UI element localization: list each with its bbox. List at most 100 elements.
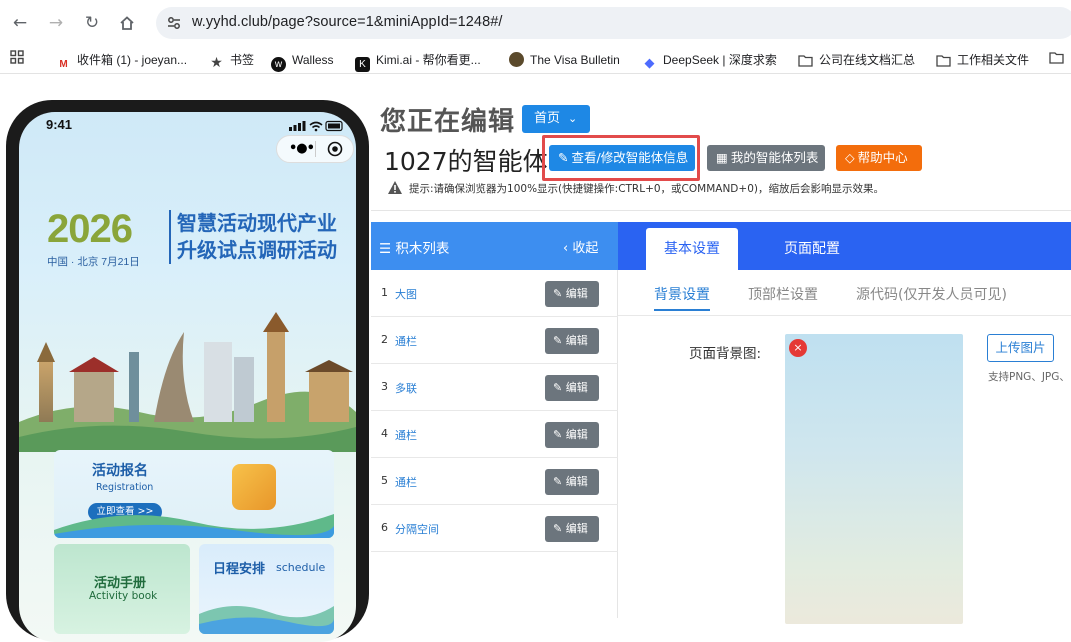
block-name[interactable]: 大图 [395, 286, 417, 302]
block-index: 1 [381, 286, 388, 299]
help-center-button[interactable]: ◇ 帮助中心 [836, 145, 922, 171]
address-bar[interactable]: w.yyhd.club/page?source=1&miniAppId=1248… [156, 7, 1071, 39]
more-dots-icon[interactable]: •●• [289, 141, 315, 156]
reload-icon[interactable]: ↻ [80, 11, 104, 35]
block-row[interactable]: 1 大图 ✎ 编辑 [371, 270, 618, 317]
help-label: 帮助中心 [857, 150, 908, 165]
block-name[interactable]: 通栏 [395, 427, 417, 443]
agent-name: 1027的智能体 [384, 147, 548, 176]
bookmark-visa[interactable]: The Visa Bulletin [509, 50, 620, 70]
wave-decoration [199, 605, 334, 634]
background-image-preview: × [785, 334, 963, 624]
registration-card[interactable]: 活动报名 Registration 立即查看 >> [54, 450, 334, 538]
bookmark-kimi[interactable]: K Kimi.ai - 帮你看更... [355, 50, 481, 72]
block-list-header: ☰ 积木列表 ‹ 收起 [371, 222, 618, 270]
mini-program-capsule[interactable]: •●• [276, 135, 354, 163]
block-edit-button[interactable]: ✎ 编辑 [545, 328, 599, 354]
block-edit-button[interactable]: ✎ 编辑 [545, 469, 599, 495]
block-list-panel: ☰ 积木列表 ‹ 收起 1 大图 ✎ 编辑 2 通栏 ✎ 编辑 3 多联 ✎ 编辑 4 通栏 ✎… [371, 222, 618, 618]
url-text[interactable]: w.yyhd.club/page?source=1&miniAppId=1248… [192, 14, 503, 30]
view-edit-agent-button[interactable]: ✎ 查看/修改智能体信息 [549, 145, 695, 171]
block-name[interactable]: 多联 [395, 380, 417, 396]
status-icons [289, 120, 343, 132]
edit-icon: ✎ [553, 381, 566, 394]
edit-icon: ✎ [553, 475, 566, 488]
block-edit-button[interactable]: ✎ 编辑 [545, 281, 599, 307]
home-icon[interactable] [115, 11, 139, 35]
tab-page-config[interactable]: 页面配置 [784, 228, 840, 270]
hero-year: 2026 [47, 207, 133, 251]
kimi-icon: K [355, 57, 370, 72]
tab-basic-settings[interactable]: 基本设置 [646, 228, 738, 270]
wave-decoration [54, 514, 334, 538]
star-icon: ★ [210, 54, 223, 70]
block-row[interactable]: 6 分隔空间 ✎ 编辑 [371, 505, 618, 552]
folder-3d-icon [232, 464, 276, 510]
subtab-source-code[interactable]: 源代码(仅开发人员可见) [856, 284, 1007, 304]
bookmark-shuqian[interactable]: ★ 书签 [209, 50, 254, 70]
bookmark-deepseek[interactable]: ◆ DeepSeek | 深度求索 [642, 50, 777, 70]
upload-image-button[interactable]: 上传图片 [987, 334, 1054, 362]
edit-label: 编辑 [565, 428, 588, 441]
collapse-button[interactable]: ‹ 收起 [563, 237, 598, 256]
folder-icon [936, 54, 951, 69]
block-edit-button[interactable]: ✎ 编辑 [545, 516, 599, 542]
block-edit-button[interactable]: ✎ 编辑 [545, 422, 599, 448]
phone-screen: 9:41 •●• 2026 中国 · 北京 7月21日 智慧活动现代产业升级试点… [19, 112, 356, 642]
subtab-background[interactable]: 背景设置 [654, 284, 710, 311]
schedule-card[interactable]: 日程安排 schedule [199, 544, 334, 634]
site-info-icon[interactable] [166, 15, 182, 31]
menu-icon: ☰ [379, 241, 396, 257]
diamond-icon: ◇ [845, 150, 855, 165]
subtab-topbar[interactable]: 顶部栏设置 [748, 284, 818, 304]
page-select-dropdown[interactable]: 首页 ⌄ [522, 105, 590, 133]
schedule-title: 日程安排 [213, 562, 266, 577]
back-icon[interactable]: ← [8, 11, 32, 35]
upload-hint: 支持PNG、JPG、 [988, 371, 1070, 383]
edit-icon: ✎ [558, 150, 569, 165]
bookmark-label: The Visa Bulletin [530, 53, 620, 67]
registration-title: 活动报名 [92, 463, 148, 479]
block-index: 6 [381, 521, 388, 534]
block-row[interactable]: 3 多联 ✎ 编辑 [371, 364, 618, 411]
my-agents-list-button[interactable]: ▦ 我的智能体列表 [707, 145, 825, 171]
block-row[interactable]: 2 通栏 ✎ 编辑 [371, 317, 618, 364]
edit-label: 编辑 [565, 522, 588, 535]
block-name[interactable]: 通栏 [395, 333, 417, 349]
editing-title: 您正在编辑 [380, 107, 516, 137]
edit-icon: ✎ [553, 428, 566, 441]
apps-grid-icon[interactable] [10, 50, 24, 70]
handbook-card[interactable]: 活动手册 Activity book [54, 544, 190, 634]
edit-label: 编辑 [565, 475, 588, 488]
hero-subtitle: 中国 · 北京 7月21日 [47, 256, 140, 268]
block-row[interactable]: 4 通栏 ✎ 编辑 [371, 411, 618, 458]
bookmark-label: 收件箱 (1) - joeyan... [77, 53, 188, 67]
grid-icon: ▦ [716, 150, 728, 165]
phone-preview: 9:41 •●• 2026 中国 · 北京 7月21日 智慧活动现代产业升级试点… [6, 100, 369, 642]
block-name[interactable]: 分隔空间 [395, 521, 439, 537]
hero-title: 智慧活动现代产业升级试点调研活动 [169, 210, 354, 264]
status-time: 9:41 [46, 117, 73, 132]
block-name[interactable]: 通栏 [395, 474, 417, 490]
folder-icon [798, 54, 813, 69]
forward-icon[interactable]: → [44, 11, 68, 35]
folder-icon[interactable] [1049, 50, 1064, 70]
bookmark-walless[interactable]: w Walless [271, 50, 334, 72]
bookmark-work-files[interactable]: 工作相关文件 [936, 50, 1029, 70]
bookmark-label: 工作相关文件 [957, 53, 1030, 67]
block-index: 2 [381, 333, 388, 346]
edit-label: 编辑 [565, 287, 588, 300]
schedule-subtitle: schedule [276, 561, 326, 574]
view-edit-label: 查看/修改智能体信息 [571, 150, 689, 165]
chevron-down-icon: ⌄ [568, 112, 578, 125]
block-edit-button[interactable]: ✎ 编辑 [545, 375, 599, 401]
handbook-subtitle: Activity book [89, 590, 158, 602]
bookmark-gmail[interactable]: M 收件箱 (1) - joeyan... [56, 50, 187, 70]
edit-icon: ✎ [553, 334, 566, 347]
block-row[interactable]: 5 通栏 ✎ 编辑 [371, 458, 618, 505]
close-capsule-icon[interactable] [327, 141, 343, 157]
page-select-label: 首页 [534, 111, 561, 126]
bookmark-company-docs[interactable]: 公司在线文档汇总 [798, 50, 915, 70]
remove-icon[interactable]: × [789, 339, 807, 357]
browser-toolbar: ← → ↻ w.yyhd.club/page?source=1&miniAppI… [0, 0, 1071, 46]
